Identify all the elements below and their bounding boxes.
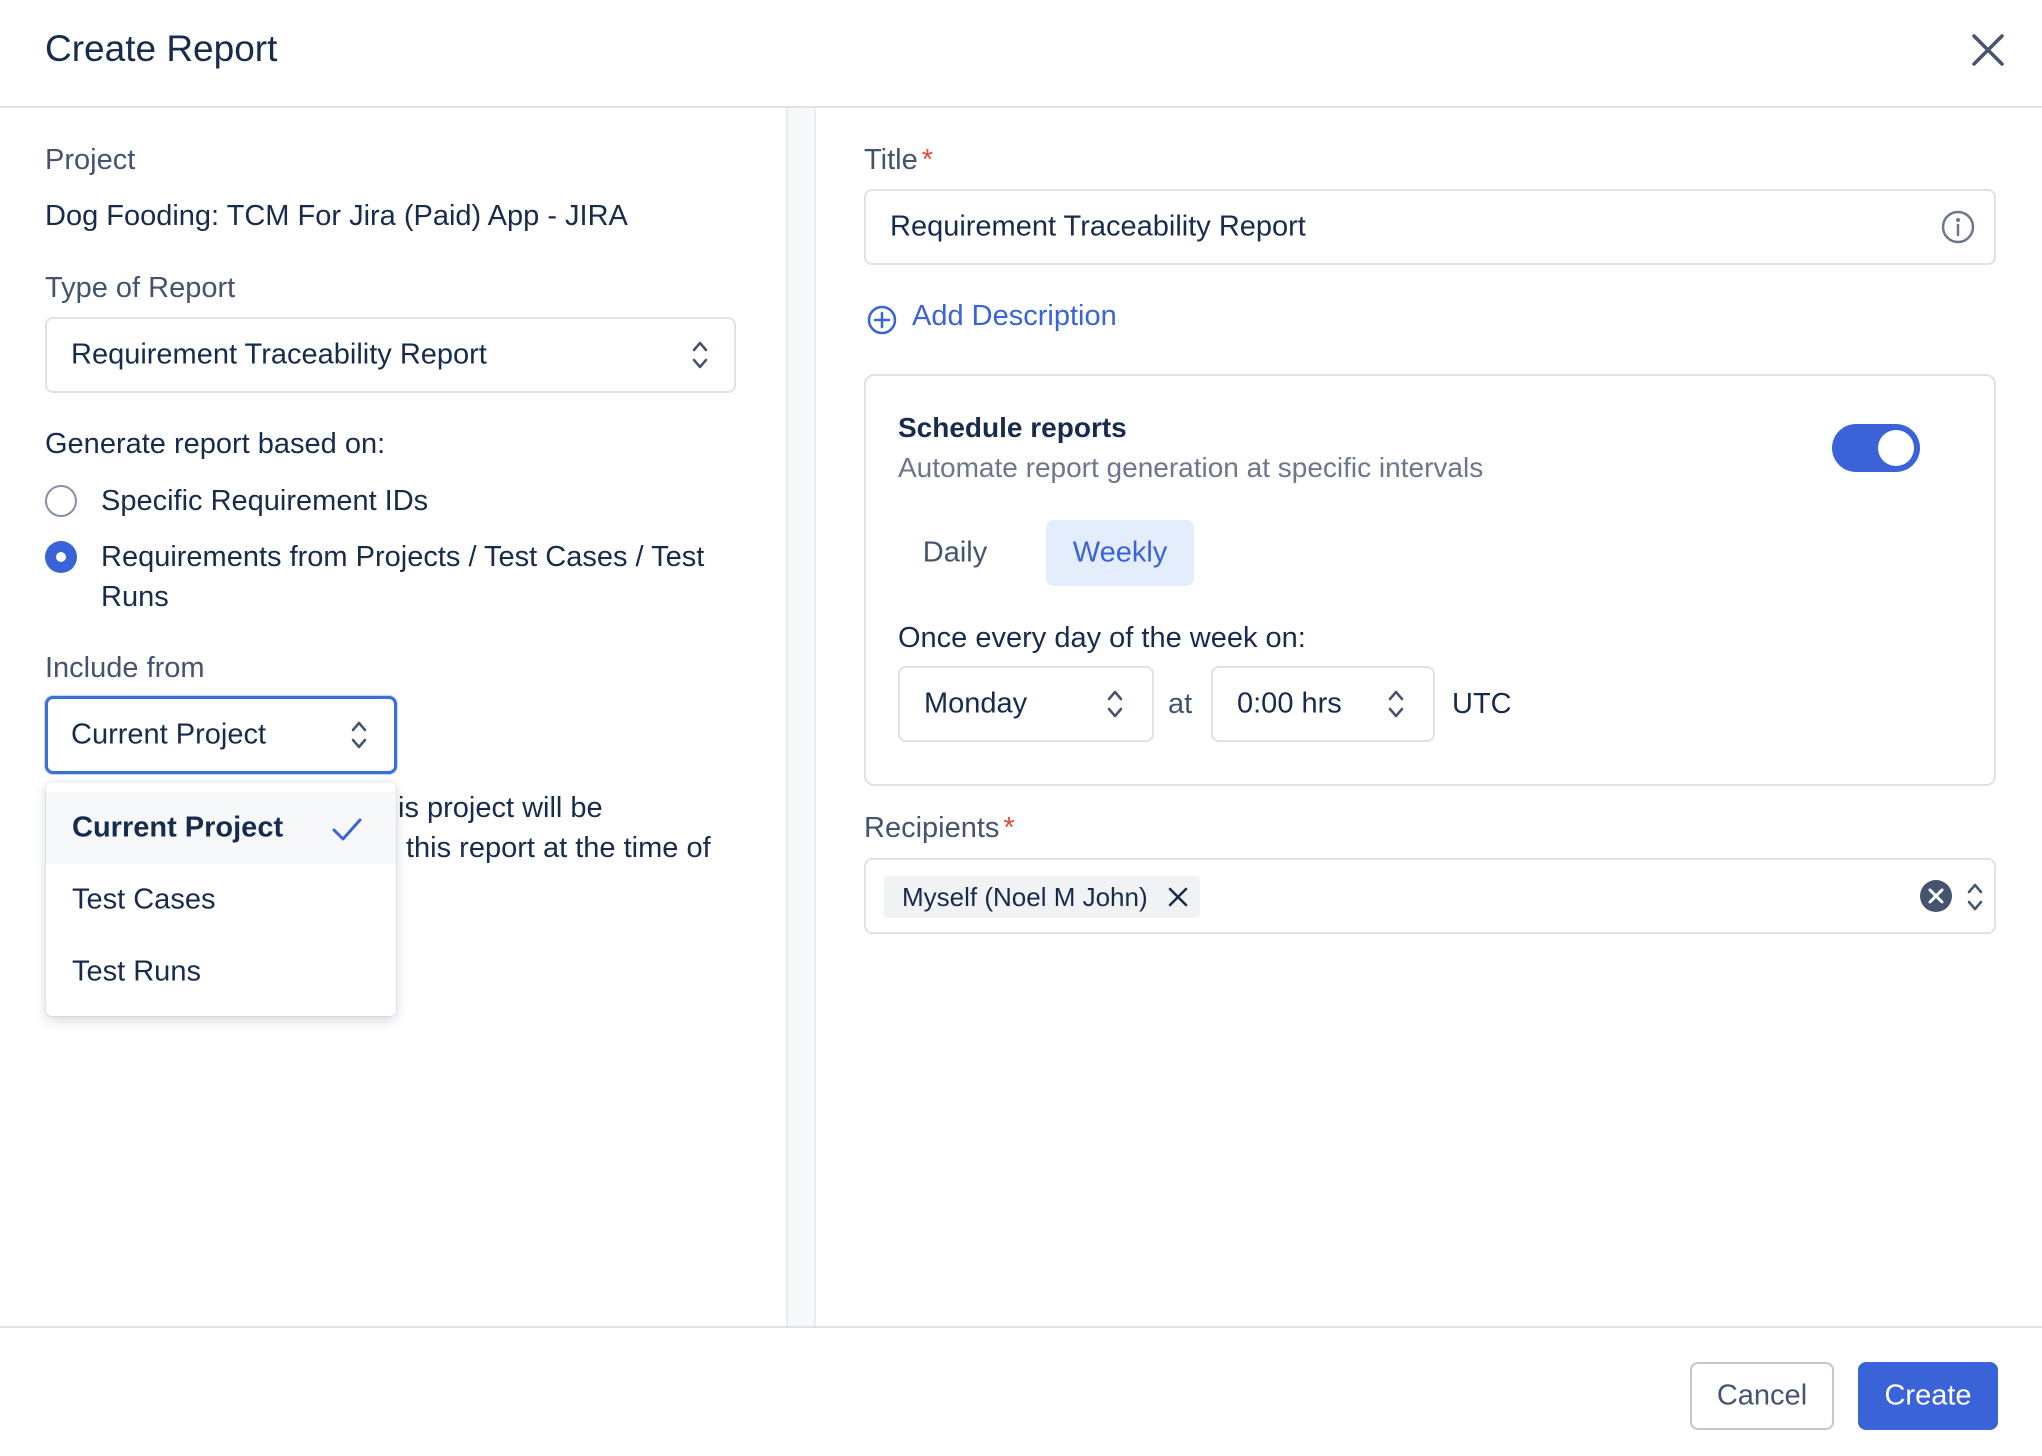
dialog-footer: Cancel Create [0,1326,2042,1456]
create-button-label: Create [1884,1379,1972,1412]
dropdown-option-test-cases[interactable]: Test Cases [46,864,396,936]
panel-divider[interactable] [786,108,816,1328]
info-icon[interactable] [1940,209,1976,245]
radio-label-requirements-from-projects[interactable]: Requirements from Projects / Test Cases … [101,537,704,577]
recipient-tag-label: Myself (Noel M John) [902,882,1148,912]
project-value: Dog Fooding: TCM For Jira (Paid) App - J… [45,200,628,232]
updown-chevron-icon [1107,690,1123,718]
report-type-select[interactable]: Requirement Traceability Report [45,317,736,393]
radio-specific-requirement-ids[interactable] [45,485,77,517]
recipient-tag: Myself (Noel M John) [884,876,1200,918]
updown-chevron-icon [1388,690,1404,718]
include-from-value: Current Project [71,718,267,751]
remove-tag-icon[interactable] [1166,885,1190,909]
recipients-label-text: Recipients [864,812,1000,844]
cancel-button-label: Cancel [1716,1379,1808,1412]
dialog-header: Create Report [0,0,2042,108]
dropdown-option-label: Test Runs [72,955,201,988]
partially-hidden-help-text-cont: this report at the time of [406,832,711,864]
close-icon [1972,34,2004,66]
recipients-select[interactable]: Myself (Noel M John) [864,858,1996,934]
once-every-label: Once every day of the week on: [898,622,1306,654]
right-panel: Title * Requirement Traceability Report A… [816,108,2042,1328]
report-type-value: Requirement Traceability Report [71,338,487,371]
time-select[interactable]: 0:00 hrs [1211,666,1435,742]
frequency-weekly-button[interactable]: Weekly [1046,520,1194,586]
schedule-subtitle: Automate report generation at specific i… [898,452,1484,483]
radio-label-specific-requirement-ids[interactable]: Specific Requirement IDs [101,481,428,521]
plus-circle-icon [867,305,897,335]
checkmark-icon [332,818,362,841]
report-type-label: Type of Report [45,272,236,304]
title-label-text: Title [864,144,918,176]
left-panel: Project Dog Fooding: TCM For Jira (Paid)… [0,108,786,1328]
title-label: Title * [864,144,933,177]
clear-all-icon[interactable] [1918,878,1954,914]
partially-hidden-help-text: is project will be [398,792,603,824]
dropdown-option-test-runs[interactable]: Test Runs [46,936,396,1008]
frequency-weekly-label: Weekly [1072,536,1168,569]
at-label: at [1168,688,1193,720]
cancel-button[interactable]: Cancel [1690,1362,1834,1430]
schedule-reports-card: Schedule reports Automate report generat… [864,374,1996,786]
dropdown-option-label: Test Cases [72,883,216,916]
dialog-title: Create Report [45,28,278,69]
radio-label-requirements-from-projects-cont[interactable]: Runs [101,577,169,617]
include-from-select[interactable]: Current Project [45,696,397,774]
add-description-label: Add Description [912,300,1117,332]
generate-based-on-label: Generate report based on: [45,428,386,460]
schedule-title: Schedule reports [898,412,1127,443]
toggle-knob [1878,430,1914,466]
updown-chevron-icon [351,721,367,749]
dropdown-option-current-project[interactable]: Current Project [46,792,396,864]
close-button[interactable] [1966,28,2010,72]
recipients-label: Recipients * [864,812,1015,845]
updown-chevron-icon[interactable] [1966,880,1984,914]
day-of-week-select[interactable]: Monday [898,666,1154,742]
updown-chevron-icon [692,341,708,369]
dropdown-option-label: Current Project [72,811,284,844]
required-mark: * [1003,812,1015,844]
day-of-week-value: Monday [924,687,1028,720]
include-from-label: Include from [45,652,205,684]
create-button[interactable]: Create [1858,1362,1998,1430]
time-value: 0:00 hrs [1237,687,1342,720]
frequency-daily-label: Daily [922,536,988,569]
schedule-toggle[interactable] [1832,424,1920,472]
title-input[interactable]: Requirement Traceability Report [864,189,1996,265]
required-mark: * [921,144,934,176]
title-input-value: Requirement Traceability Report [890,210,1306,243]
include-from-dropdown-menu: Current Project Test Cases Test Runs [46,782,396,1016]
radio-requirements-from-projects[interactable] [45,541,77,573]
timezone-label: UTC [1452,688,1512,720]
frequency-daily-button[interactable]: Daily [890,520,1020,586]
project-label: Project [45,144,136,176]
